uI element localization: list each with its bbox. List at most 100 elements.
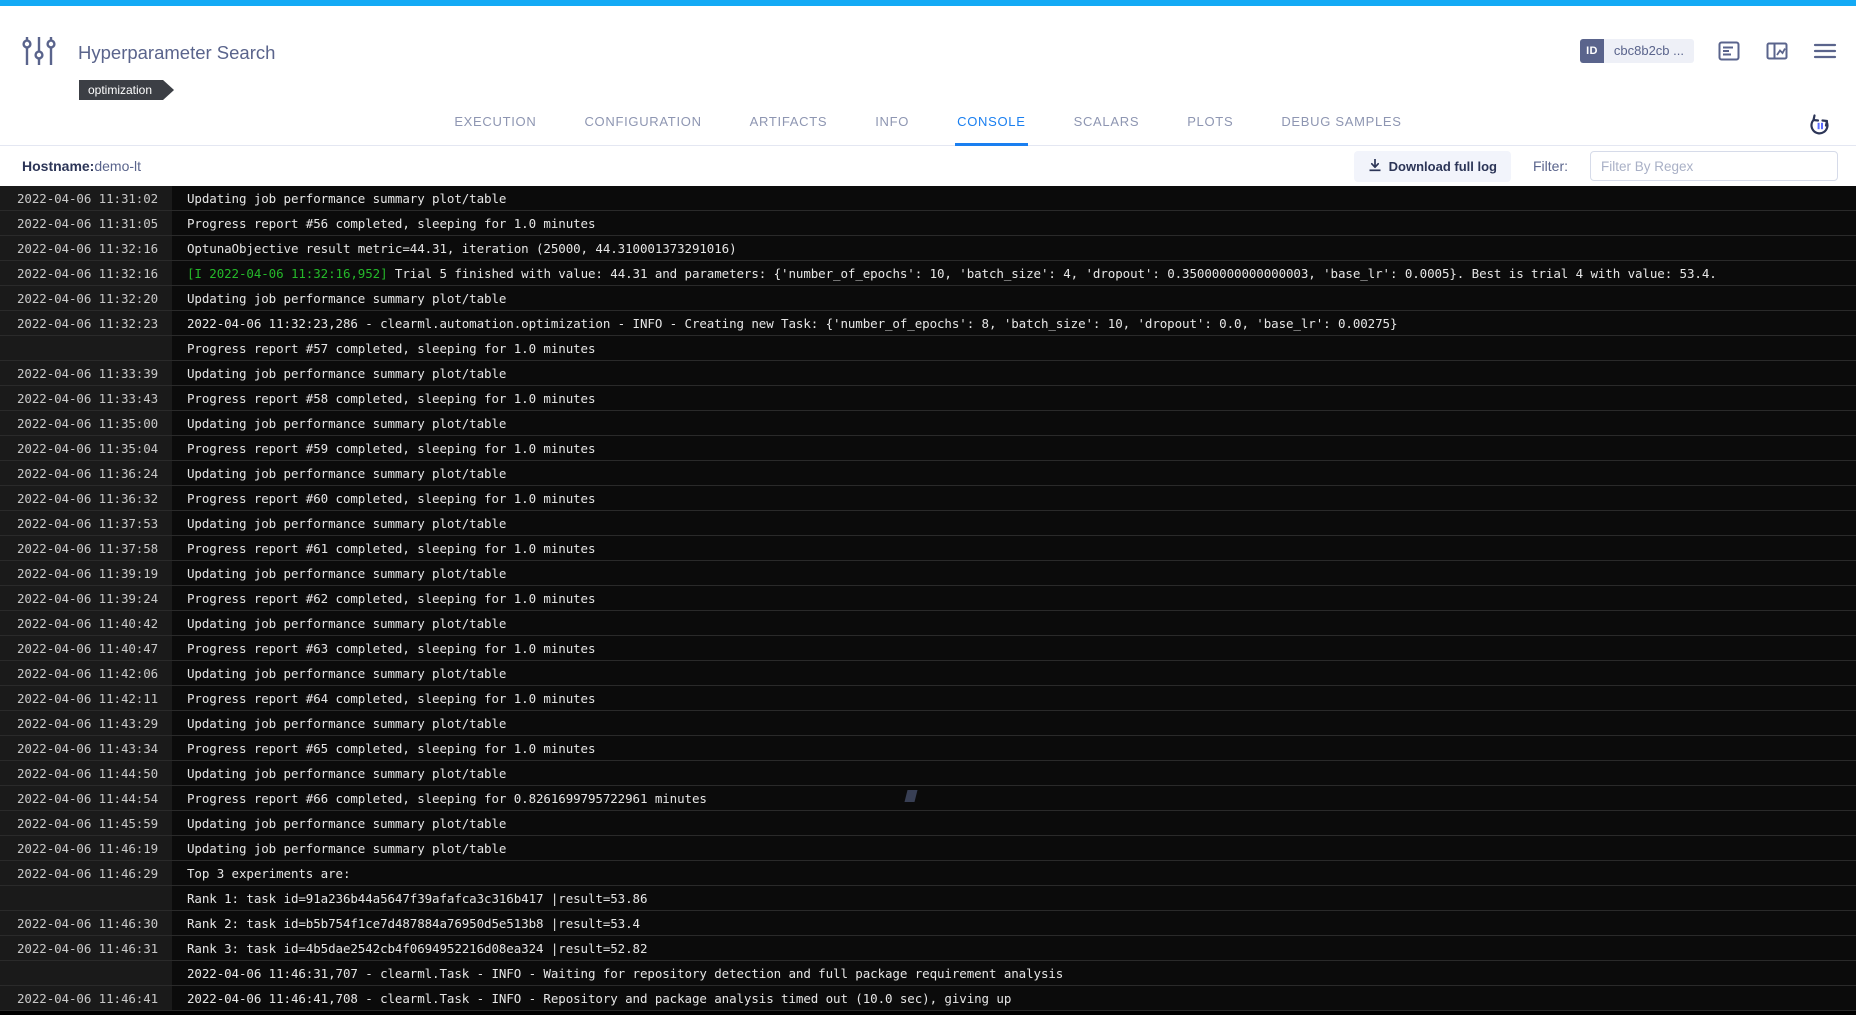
log-timestamp: 2022-04-06 11:37:53 bbox=[0, 511, 172, 535]
log-row: 2022-04-06 11:46:412022-04-06 11:46:41,7… bbox=[0, 986, 1856, 1011]
download-full-log-label: Download full log bbox=[1389, 159, 1497, 174]
log-message: OptunaObjective result metric=44.31, ite… bbox=[172, 236, 1856, 260]
log-message: Rank 2: task id=b5b754f1ce7d487884a76950… bbox=[172, 911, 1856, 935]
download-full-log-button[interactable]: Download full log bbox=[1354, 151, 1511, 182]
log-row: 2022-04-06 11:35:04Progress report #59 c… bbox=[0, 436, 1856, 461]
log-row: 2022-04-06 11:45:59Updating job performa… bbox=[0, 811, 1856, 836]
log-timestamp: 2022-04-06 11:32:20 bbox=[0, 286, 172, 310]
log-timestamp: 2022-04-06 11:43:34 bbox=[0, 736, 172, 760]
log-message: 2022-04-06 11:46:41,708 - clearml.Task -… bbox=[172, 986, 1856, 1010]
tab-configuration[interactable]: CONFIGURATION bbox=[582, 104, 703, 146]
log-row: 2022-04-06 11:44:50Updating job performa… bbox=[0, 761, 1856, 786]
log-timestamp: 2022-04-06 11:44:50 bbox=[0, 761, 172, 785]
tag-chip-optimization[interactable]: optimization bbox=[79, 80, 174, 100]
log-timestamp: 2022-04-06 11:31:02 bbox=[0, 186, 172, 210]
tab-bar: EXECUTION CONFIGURATION ARTIFACTS INFO CONSO… bbox=[0, 104, 1856, 146]
log-message: Progress report #56 completed, sleeping … bbox=[172, 211, 1856, 235]
log-row: 2022-04-06 11:43:34Progress report #65 c… bbox=[0, 736, 1856, 761]
log-message: Progress report #62 completed, sleeping … bbox=[172, 586, 1856, 610]
log-message: Progress report #66 completed, sleeping … bbox=[172, 786, 1856, 810]
log-timestamp: 2022-04-06 11:46:31 bbox=[0, 936, 172, 960]
hamburger-menu-icon[interactable] bbox=[1812, 38, 1838, 64]
log-timestamp: 2022-04-06 11:40:42 bbox=[0, 611, 172, 635]
log-row: 2022-04-06 11:32:16OptunaObjective resul… bbox=[0, 236, 1856, 261]
log-row: Progress report #57 completed, sleeping … bbox=[0, 336, 1856, 361]
log-message: Progress report #63 completed, sleeping … bbox=[172, 636, 1856, 660]
tab-plots[interactable]: PLOTS bbox=[1185, 104, 1235, 146]
log-message: 2022-04-06 11:32:23,286 - clearml.automa… bbox=[172, 311, 1856, 335]
log-row: 2022-04-06 11:46:30Rank 2: task id=b5b75… bbox=[0, 911, 1856, 936]
log-timestamp bbox=[0, 336, 172, 360]
log-message: Updating job performance summary plot/ta… bbox=[172, 661, 1856, 685]
log-message: Rank 1: task id=91a236b44a5647f39afafca3… bbox=[172, 886, 1856, 910]
tab-artifacts[interactable]: ARTIFACTS bbox=[748, 104, 830, 146]
refresh-pause-icon[interactable] bbox=[1806, 112, 1834, 140]
sliders-icon bbox=[20, 34, 58, 68]
log-row: 2022-04-06 11:43:29Updating job performa… bbox=[0, 711, 1856, 736]
log-row: 2022-04-06 11:36:24Updating job performa… bbox=[0, 461, 1856, 486]
log-timestamp: 2022-04-06 11:43:29 bbox=[0, 711, 172, 735]
log-message: [I 2022-04-06 11:32:16,952] Trial 5 fini… bbox=[172, 261, 1856, 285]
log-timestamp: 2022-04-06 11:31:05 bbox=[0, 211, 172, 235]
log-timestamp: 2022-04-06 11:36:32 bbox=[0, 486, 172, 510]
page-title: Hyperparameter Search bbox=[78, 42, 275, 64]
hostname-label: Hostname: bbox=[22, 158, 94, 174]
log-timestamp bbox=[0, 886, 172, 910]
log-row: 2022-04-06 11:39:19Updating job performa… bbox=[0, 561, 1856, 586]
filter-input[interactable] bbox=[1590, 151, 1838, 181]
log-timestamp: 2022-04-06 11:46:29 bbox=[0, 861, 172, 885]
log-timestamp: 2022-04-06 11:46:30 bbox=[0, 911, 172, 935]
split-view-icon[interactable] bbox=[1764, 38, 1790, 64]
tab-execution[interactable]: EXECUTION bbox=[452, 104, 538, 146]
log-message: Progress report #65 completed, sleeping … bbox=[172, 736, 1856, 760]
log-message: Updating job performance summary plot/ta… bbox=[172, 561, 1856, 585]
tab-console[interactable]: CONSOLE bbox=[955, 104, 1027, 146]
console-toolbar: Hostname:demo-lt Download full log Filte… bbox=[0, 146, 1856, 186]
log-row: 2022-04-06 11:40:47Progress report #63 c… bbox=[0, 636, 1856, 661]
log-message: Updating job performance summary plot/ta… bbox=[172, 411, 1856, 435]
log-message: Updating job performance summary plot/ta… bbox=[172, 711, 1856, 735]
console-log-panel[interactable]: 2022-04-06 11:31:02 Updating job performa… bbox=[0, 186, 1856, 1015]
log-message-text: Trial 5 finished with value: 44.31 and p… bbox=[388, 266, 1717, 281]
tab-scalars[interactable]: SCALARS bbox=[1072, 104, 1142, 146]
tab-debug-samples[interactable]: DEBUG SAMPLES bbox=[1279, 104, 1403, 146]
filter-label: Filter: bbox=[1533, 158, 1568, 174]
log-row: 2022-04-06 11:37:53Updating job performa… bbox=[0, 511, 1856, 536]
log-row: 2022-04-06 11:32:20Updating job performa… bbox=[0, 286, 1856, 311]
log-row: 2022-04-06 11:33:43Progress report #58 c… bbox=[0, 386, 1856, 411]
log-view-icon[interactable] bbox=[1716, 38, 1742, 64]
log-list: 2022-04-06 11:31:02 Updating job performa… bbox=[0, 186, 1856, 1011]
log-timestamp: 2022-04-06 11:35:00 bbox=[0, 411, 172, 435]
log-timestamp: 2022-04-06 11:33:43 bbox=[0, 386, 172, 410]
log-message: Updating job performance summary plot/ta… bbox=[172, 286, 1856, 310]
log-message: Progress report #58 completed, sleeping … bbox=[172, 386, 1856, 410]
log-row: 2022-04-06 11:33:39Updating job performa… bbox=[0, 361, 1856, 386]
log-timestamp: 2022-04-06 11:35:04 bbox=[0, 436, 172, 460]
log-row: 2022-04-06 11:44:54Progress report #66 c… bbox=[0, 786, 1856, 811]
log-message: Updating job performance summary plot/ta… bbox=[172, 461, 1856, 485]
task-id-badge[interactable]: ID cbc8b2cb ... bbox=[1580, 39, 1694, 63]
log-row: 2022-04-06 11:31:02Updating job performa… bbox=[0, 186, 1856, 211]
log-timestamp: 2022-04-06 11:44:54 bbox=[0, 786, 172, 810]
download-icon bbox=[1368, 158, 1382, 175]
log-message: Progress report #61 completed, sleeping … bbox=[172, 536, 1856, 560]
task-id-label: ID bbox=[1580, 39, 1604, 63]
log-timestamp: 2022-04-06 11:32:16 bbox=[0, 261, 172, 285]
log-row: 2022-04-06 11:42:11Progress report #64 c… bbox=[0, 686, 1856, 711]
tab-info[interactable]: INFO bbox=[873, 104, 911, 146]
log-row: 2022-04-06 11:36:32Progress report #60 c… bbox=[0, 486, 1856, 511]
log-message: 2022-04-06 11:46:31,707 - clearml.Task -… bbox=[172, 961, 1856, 985]
log-timestamp bbox=[0, 961, 172, 985]
task-id-value: cbc8b2cb ... bbox=[1604, 39, 1694, 63]
hostname-display: Hostname:demo-lt bbox=[22, 158, 141, 174]
log-timestamp: 2022-04-06 11:46:19 bbox=[0, 836, 172, 860]
log-row: 2022-04-06 11:39:24Progress report #62 c… bbox=[0, 586, 1856, 611]
log-message-prefix: [I 2022-04-06 11:32:16,952] bbox=[187, 266, 388, 281]
log-row: 2022-04-06 11:40:42Updating job performa… bbox=[0, 611, 1856, 636]
hostname-value: demo-lt bbox=[94, 158, 141, 174]
log-message: Progress report #64 completed, sleeping … bbox=[172, 686, 1856, 710]
tab-list: EXECUTION CONFIGURATION ARTIFACTS INFO CONSO… bbox=[0, 104, 1856, 146]
log-timestamp: 2022-04-06 11:40:47 bbox=[0, 636, 172, 660]
toolbar-right-group: Download full log Filter: bbox=[1354, 151, 1856, 182]
log-row: 2022-04-06 11:35:00Updating job performa… bbox=[0, 411, 1856, 436]
